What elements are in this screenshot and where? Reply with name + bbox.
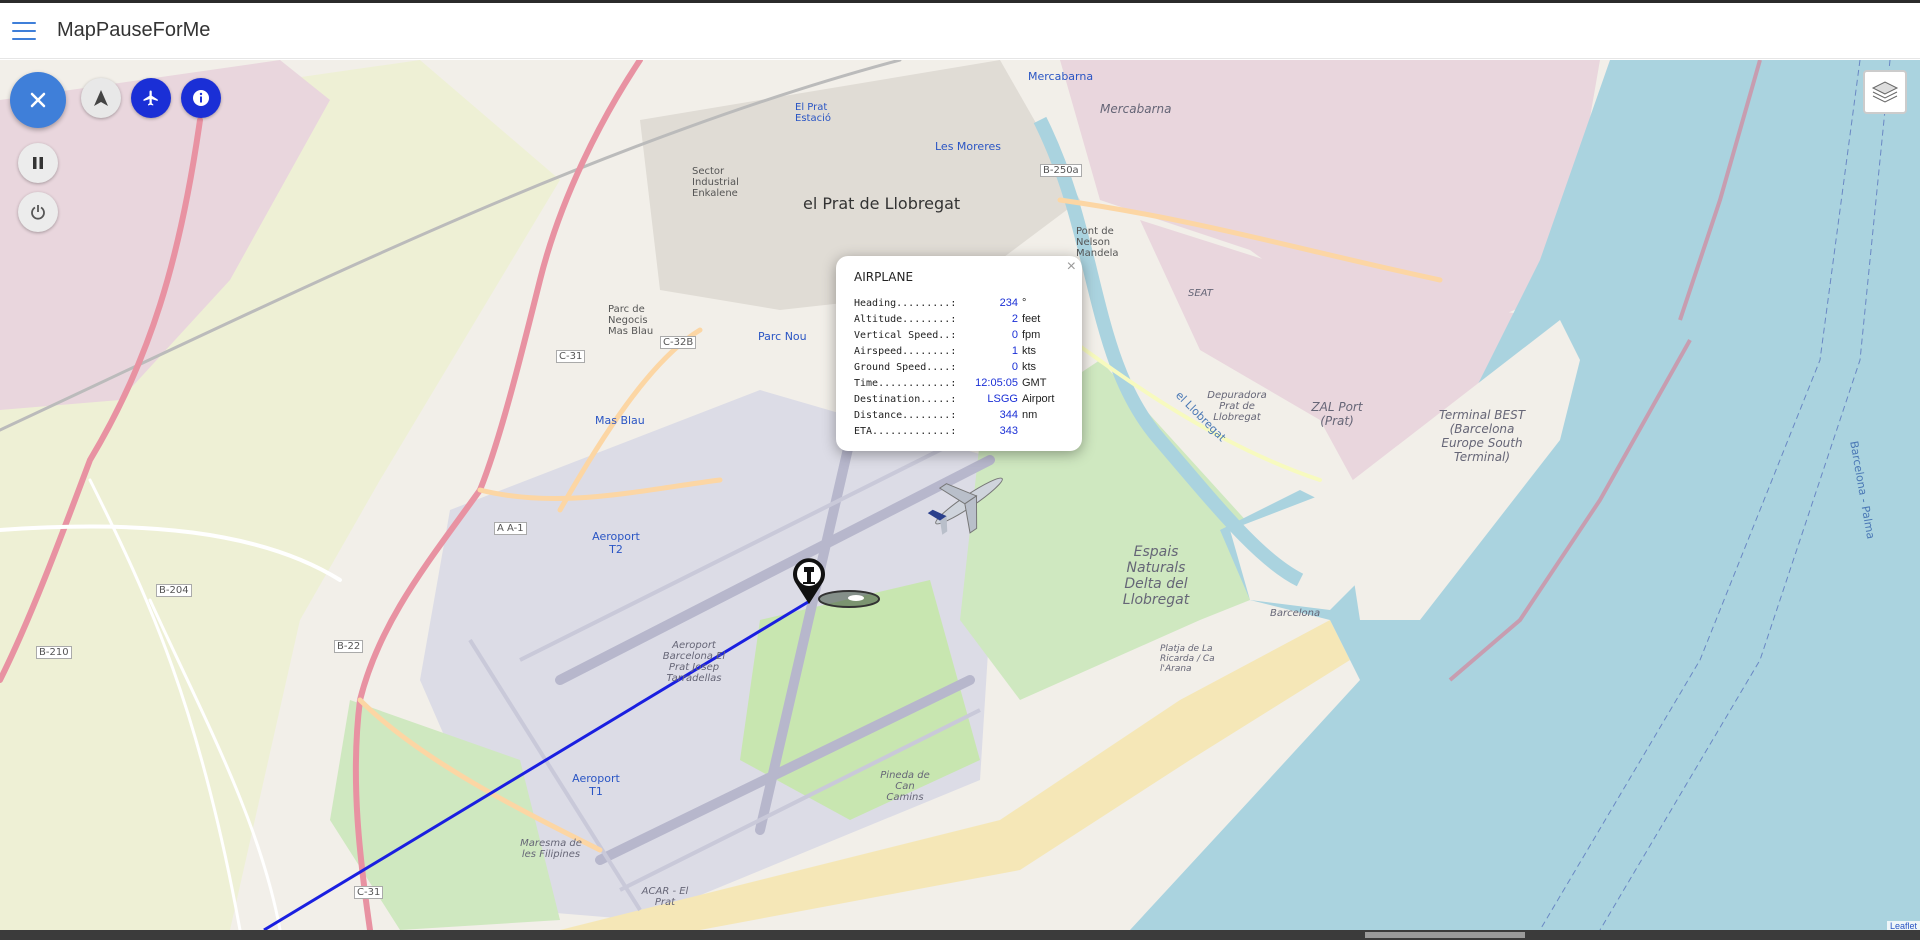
map-label-maresma: Maresma de les Filipines — [520, 838, 582, 860]
popup-key: ETA.............: — [854, 425, 957, 437]
map-label-prat: el Prat de Llobregat — [803, 194, 961, 213]
popup-row-airspeed: Airspeed........: 1 kts — [854, 343, 1064, 359]
popup-unit: kts — [1022, 361, 1037, 373]
popup-row-heading: Heading.........: 234 ° — [854, 295, 1064, 311]
map-label-t1: Aeroport T1 — [572, 772, 620, 798]
popup-value: 1 — [1011, 345, 1018, 357]
popup-close-button[interactable]: × — [1067, 258, 1076, 276]
map-label-airport: Aeroport Barcelona El Prat Josep Tarrade… — [662, 640, 726, 684]
road-label-c32b: C-32B — [660, 336, 697, 349]
info-icon — [193, 90, 209, 106]
popup-key: Vertical Speed..: — [854, 329, 957, 341]
popup-title: AIRPLANE — [854, 270, 914, 284]
map-label-mercabarna: Mercabarna — [1100, 102, 1172, 116]
popup-unit: nm — [1022, 409, 1038, 421]
popup-key: Airspeed........: — [854, 345, 957, 357]
north-up-button[interactable] — [81, 78, 121, 118]
map-label-lesmoreres: Les Moreres — [935, 140, 1001, 153]
map-label-pineda: Pineda de Can Camins — [880, 770, 930, 803]
map-attribution[interactable]: Leaflet — [1886, 921, 1920, 930]
close-icon — [30, 92, 46, 108]
app-bar: MapPauseForMe — [0, 3, 1920, 59]
road-label-b204: B-204 — [156, 584, 192, 597]
popup-unit: fpm — [1022, 329, 1041, 341]
popup-value: 0 — [1011, 329, 1018, 341]
power-button[interactable] — [18, 192, 58, 232]
map-label-barcelona-beach: Barcelona — [1270, 608, 1321, 619]
popup-value: 234 — [999, 297, 1018, 309]
popup-key: Altitude........: — [854, 313, 957, 325]
popup-key: Distance........: — [854, 409, 957, 421]
popup-key: Ground Speed....: — [854, 361, 957, 373]
layers-control-button[interactable] — [1863, 70, 1907, 114]
map-label-seat: SEAT — [1188, 288, 1213, 299]
map-label-depuradora: Depuradora Prat de Llobregat — [1207, 390, 1267, 423]
map-label-platja: Platja de La Ricarda / Ca l'Arana — [1160, 644, 1215, 674]
road-label-c31-south: C-31 — [354, 886, 384, 899]
scrollbar-thumb[interactable] — [1365, 932, 1525, 938]
app-title: MapPauseForMe — [57, 19, 211, 41]
pause-button[interactable] — [18, 143, 58, 183]
road-label-b210: B-210 — [36, 646, 72, 659]
popup-row-vertical-speed: Vertical Speed..: 0 fpm — [854, 327, 1064, 343]
pause-icon — [33, 157, 43, 169]
map-label-parcnegocis: Parc de Negocis Mas Blau — [608, 304, 654, 337]
map-label-masblau: Mas Blau — [595, 414, 645, 427]
power-icon — [31, 205, 45, 220]
popup-key: Destination.....: — [854, 393, 957, 405]
popup-key: Time............: — [854, 377, 957, 389]
info-button[interactable] — [181, 78, 221, 118]
road-label-aa1: A A-1 — [494, 522, 527, 535]
map-label-best: Terminal BEST (Barcelona Europe South Te… — [1438, 408, 1526, 464]
layers-icon — [1871, 81, 1899, 103]
popup-value: LSGG — [987, 393, 1018, 405]
map-label-espais: Espais Naturals Delta del Llobregat — [1122, 544, 1190, 608]
popup-unit: feet — [1022, 313, 1041, 325]
popup-row-eta: ETA.............: 343 — [854, 423, 1064, 439]
road-label-b250a: B-250a — [1040, 164, 1082, 177]
popup-value: 344 — [999, 409, 1018, 421]
airplane-icon — [143, 90, 158, 106]
north-arrow-icon — [94, 90, 108, 106]
horizontal-scrollbar[interactable] — [0, 930, 1920, 940]
map-label-t2: Aeroport T2 — [592, 530, 640, 556]
popup-unit: GMT — [1022, 377, 1047, 389]
popup-value: 12:05:05 — [975, 377, 1018, 389]
follow-airplane-button[interactable] — [131, 78, 171, 118]
popup-value: 343 — [999, 425, 1018, 437]
popup-row-destination: Destination.....: LSGG Airport — [854, 391, 1064, 407]
close-button[interactable] — [10, 72, 66, 128]
menu-icon[interactable] — [12, 21, 36, 40]
popup-row-distance: Distance........: 344 nm — [854, 407, 1064, 423]
popup-key: Heading.........: — [854, 297, 957, 309]
popup-row-ground-speed: Ground Speed....: 0 kts — [854, 359, 1064, 375]
map-label-zal: ZAL Port (Prat) — [1311, 400, 1363, 428]
aircraft-icon[interactable] — [924, 466, 1014, 536]
map-label-mercabarna-station: Mercabarna — [1028, 70, 1094, 83]
popup-value: 2 — [1011, 313, 1018, 325]
map-label-parcnou: Parc Nou — [758, 330, 807, 343]
popup-value: 0 — [1011, 361, 1018, 373]
road-label-c31: C-31 — [556, 350, 586, 363]
airport-tower-marker[interactable] — [791, 556, 827, 606]
popup-unit: kts — [1022, 345, 1037, 357]
map-label-sector: Sector Industrial Enkalene — [692, 166, 739, 199]
map-label-estacio: El Prat Estació — [795, 102, 831, 124]
popup-row-time: Time............: 12:05:05 GMT — [854, 375, 1064, 391]
popup-unit: ° — [1022, 297, 1027, 309]
airplane-info-popup: × AIRPLANE Heading.........: 234 ° Altit… — [836, 256, 1082, 451]
road-label-b22: B-22 — [334, 640, 364, 653]
map-label-pontnelson: Pont de Nelson Mandela — [1076, 226, 1119, 259]
popup-unit: Airport — [1022, 393, 1055, 405]
popup-row-altitude: Altitude........: 2 feet — [854, 311, 1064, 327]
map-label-acar: ACAR - El Prat — [641, 886, 689, 908]
map-view[interactable]: el Prat de Llobregat Mercabarna Mercabar… — [0, 60, 1920, 930]
